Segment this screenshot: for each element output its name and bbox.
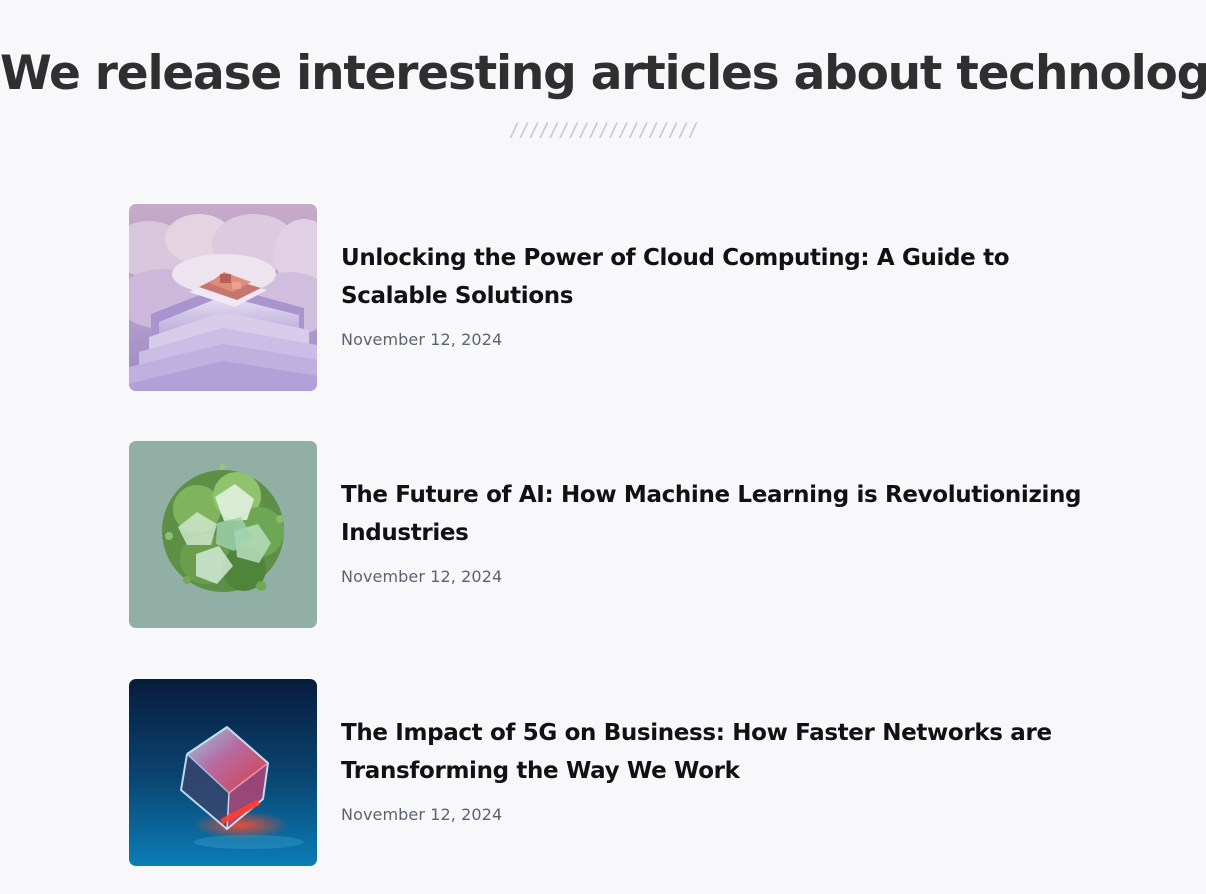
glass-cube-image: [129, 679, 317, 866]
article-date: November 12, 2024: [341, 567, 503, 586]
article-title[interactable]: Unlocking the Power of Cloud Computing: …: [341, 239, 1101, 315]
article-title[interactable]: The Impact of 5G on Business: How Faster…: [341, 714, 1101, 790]
cloud-steps-image: [129, 204, 317, 391]
article-item: Unlocking the Power of Cloud Computing: …: [129, 204, 1129, 392]
article-item: The Impact of 5G on Business: How Faster…: [129, 679, 1129, 867]
article-title[interactable]: The Future of AI: How Machine Learning i…: [341, 476, 1101, 552]
article-date: November 12, 2024: [341, 330, 503, 349]
page-title: We release interesting articles about te…: [0, 46, 1206, 102]
article-date: November 12, 2024: [341, 805, 503, 824]
decorative-divider: ///////////////////: [508, 119, 699, 141]
ai-machine-learning-thumbnail[interactable]: [129, 441, 317, 628]
cloud-computing-thumbnail[interactable]: [129, 204, 317, 391]
green-crystal-sphere-image: [129, 441, 317, 628]
article-item: The Future of AI: How Machine Learning i…: [129, 441, 1129, 629]
5g-networks-thumbnail[interactable]: [129, 679, 317, 866]
